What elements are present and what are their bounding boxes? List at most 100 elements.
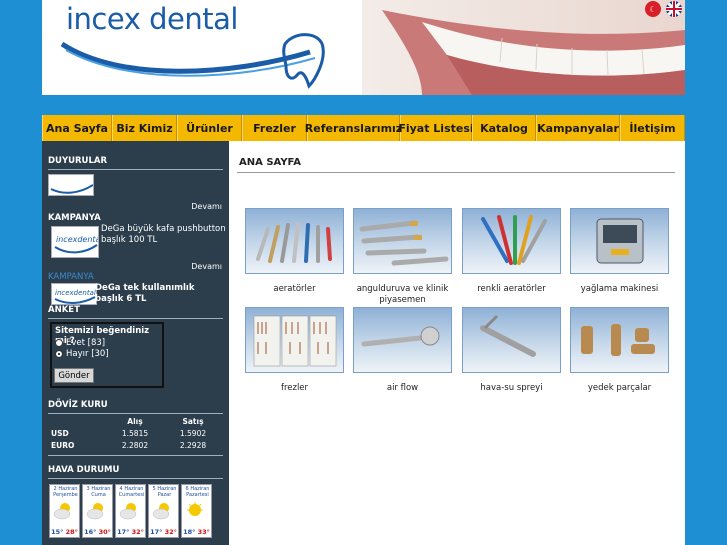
main-navigation: Ana Sayfa Biz Kimiz Ürünler Frezler Refe… <box>42 115 685 141</box>
product-label[interactable]: angulduruva ve klinik piyasemen <box>353 284 452 306</box>
weather-day: 5 Haziran Pazar 17° 32° <box>148 484 179 538</box>
currency-code: EURO <box>51 440 75 450</box>
currency-sell: 1.5902 <box>179 428 207 438</box>
title-divider <box>237 172 675 173</box>
poll-option-label: Evet [83] <box>66 338 106 348</box>
weather-temp: 18° 33° <box>183 528 210 536</box>
product-renkli-aeratorler[interactable]: renkli aeratörler <box>462 208 561 295</box>
product-air-flow[interactable]: air flow <box>353 307 452 394</box>
language-switcher: ☾ <box>645 1 682 17</box>
nav-kampanyalar[interactable]: Kampanyalar <box>536 115 620 141</box>
product-image[interactable] <box>353 208 452 274</box>
product-angulduruva[interactable]: angulduruva ve klinik piyasemen <box>353 208 452 306</box>
divider <box>48 455 223 456</box>
product-label[interactable]: air flow <box>353 383 452 394</box>
poll-option-evet[interactable]: Evet [83] <box>55 338 105 348</box>
campaign-thumbnail-2[interactable]: incexdental <box>51 283 97 305</box>
main-content: ANA SAYFA aeratörler angulduruva ve klin… <box>229 141 685 545</box>
currency-buy: 2.2802 <box>121 440 149 450</box>
weather-date: 3 Haziran Cuma <box>86 486 111 498</box>
poll-submit-button[interactable]: Gönder <box>54 368 94 383</box>
smile-photo <box>362 0 685 95</box>
divider <box>48 169 223 170</box>
currency-header-row: Alış Satış <box>48 415 223 427</box>
hava-heading: HAVA DURUMU <box>48 465 120 475</box>
product-yaglama-makinesi[interactable]: yağlama makinesi <box>570 208 669 295</box>
weather-day: 3 Haziran Cuma 16° 30° <box>82 484 113 538</box>
kampanya-devam-link[interactable]: Devamı <box>191 262 222 271</box>
divider <box>48 478 223 479</box>
currency-code: USD <box>51 428 69 438</box>
weather-forecast: 2 Haziran Perşembe 15° 28° 3 Haziran Cuma … <box>49 484 212 538</box>
nav-urunler[interactable]: Ürünler <box>177 115 242 141</box>
nav-biz-kimiz[interactable]: Biz Kimiz <box>112 115 177 141</box>
product-image[interactable] <box>245 208 344 274</box>
product-label[interactable]: aeratörler <box>245 284 344 295</box>
weather-day: 2 Haziran Perşembe 15° 28° <box>49 484 80 538</box>
product-label[interactable]: renkli aeratörler <box>462 284 561 295</box>
weather-temp: 16° 30° <box>84 528 111 536</box>
weather-temp: 15° 28° <box>51 528 78 536</box>
nav-katalog[interactable]: Katalog <box>472 115 536 141</box>
product-image[interactable] <box>353 307 452 373</box>
product-image[interactable] <box>245 307 344 373</box>
product-label[interactable]: yedek parçalar <box>570 383 669 394</box>
product-frezler[interactable]: frezler <box>245 307 344 394</box>
radio-button[interactable] <box>55 339 63 347</box>
campaign-item-2-text[interactable]: DeGa tek kullanımlık başlık 6 TL <box>95 283 220 305</box>
partly-cloudy-icon <box>119 503 137 520</box>
product-image[interactable] <box>570 307 669 373</box>
kampanya-label-link[interactable]: KAMPANYA <box>42 272 94 282</box>
product-label[interactable]: frezler <box>245 383 344 394</box>
divider <box>48 318 223 319</box>
sidebar: DUYURULAR Devamı KAMPANYA incexdental De… <box>42 141 229 545</box>
weather-day: 4 Haziran Cumartesi 17° 32° <box>115 484 146 538</box>
radio-button-selected[interactable] <box>55 350 63 358</box>
partly-cloudy-icon <box>152 503 170 520</box>
currency-header-alis: Alış <box>127 416 143 426</box>
poll-box: Sitemizi beğendiniz mi ? Evet [83] Hayır… <box>50 322 164 388</box>
duyurular-heading: DUYURULAR <box>48 156 108 166</box>
svg-text:incexdental: incexdental <box>56 235 99 244</box>
page-title: ANA SAYFA <box>239 157 301 168</box>
currency-row-euro: EURO 2.2802 2.2928 <box>48 439 223 451</box>
nav-ana-sayfa[interactable]: Ana Sayfa <box>42 115 112 141</box>
logo-swoosh-graphic <box>60 33 325 89</box>
anket-heading: ANKET <box>48 305 80 315</box>
product-image[interactable] <box>570 208 669 274</box>
product-yedek-parcalar[interactable]: yedek parçalar <box>570 307 669 394</box>
product-image[interactable] <box>462 307 561 373</box>
product-label[interactable]: hava-su spreyi <box>462 383 561 394</box>
english-flag-icon[interactable] <box>666 1 682 17</box>
duyurular-devam-link[interactable]: Devamı <box>191 202 222 211</box>
currency-row-usd: USD 1.5815 1.5902 <box>48 427 223 439</box>
weather-date: 6 Haziran Pazartesi <box>185 486 210 498</box>
product-label[interactable]: yağlama makinesi <box>570 284 669 295</box>
poll-option-label: Hayır [30] <box>66 349 109 359</box>
weather-date: 5 Haziran Pazar <box>152 486 177 498</box>
kampanya-heading: KAMPANYA <box>48 213 101 223</box>
sunny-icon <box>187 502 203 516</box>
product-hava-su-spreyi[interactable]: hava-su spreyi <box>462 307 561 394</box>
currency-buy: 1.5815 <box>121 428 149 438</box>
weather-date: 4 Haziran Cumartesi <box>118 486 145 498</box>
campaign-item-1-text[interactable]: DeGa büyük kafa pushbutton başlık 100 TL <box>101 224 226 246</box>
partly-cloudy-icon <box>86 503 104 520</box>
product-image[interactable] <box>462 208 561 274</box>
product-aeratorler[interactable]: aeratörler <box>245 208 344 295</box>
currency-sell: 2.2928 <box>179 440 207 450</box>
turkish-flag-icon[interactable]: ☾ <box>645 1 661 17</box>
currency-header-satis: Satış <box>182 416 204 426</box>
nav-frezler[interactable]: Frezler <box>242 115 307 141</box>
nav-fiyat-listesi[interactable]: Fiyat Listesi <box>398 115 474 141</box>
nav-referanslarimiz[interactable]: Referanslarımız <box>305 115 402 141</box>
nav-iletisim[interactable]: İletişim <box>620 115 685 141</box>
partly-cloudy-icon <box>53 503 71 520</box>
divider <box>48 413 223 414</box>
announcement-thumbnail[interactable] <box>48 174 94 196</box>
header-banner: incex dental ☾ <box>42 0 685 95</box>
weather-date: 2 Haziran Perşembe <box>53 486 78 498</box>
weather-day: 6 Haziran Pazartesi 18° 33° <box>181 484 212 538</box>
poll-option-hayir[interactable]: Hayır [30] <box>55 349 109 359</box>
campaign-thumbnail-1[interactable]: incexdental <box>51 226 99 258</box>
